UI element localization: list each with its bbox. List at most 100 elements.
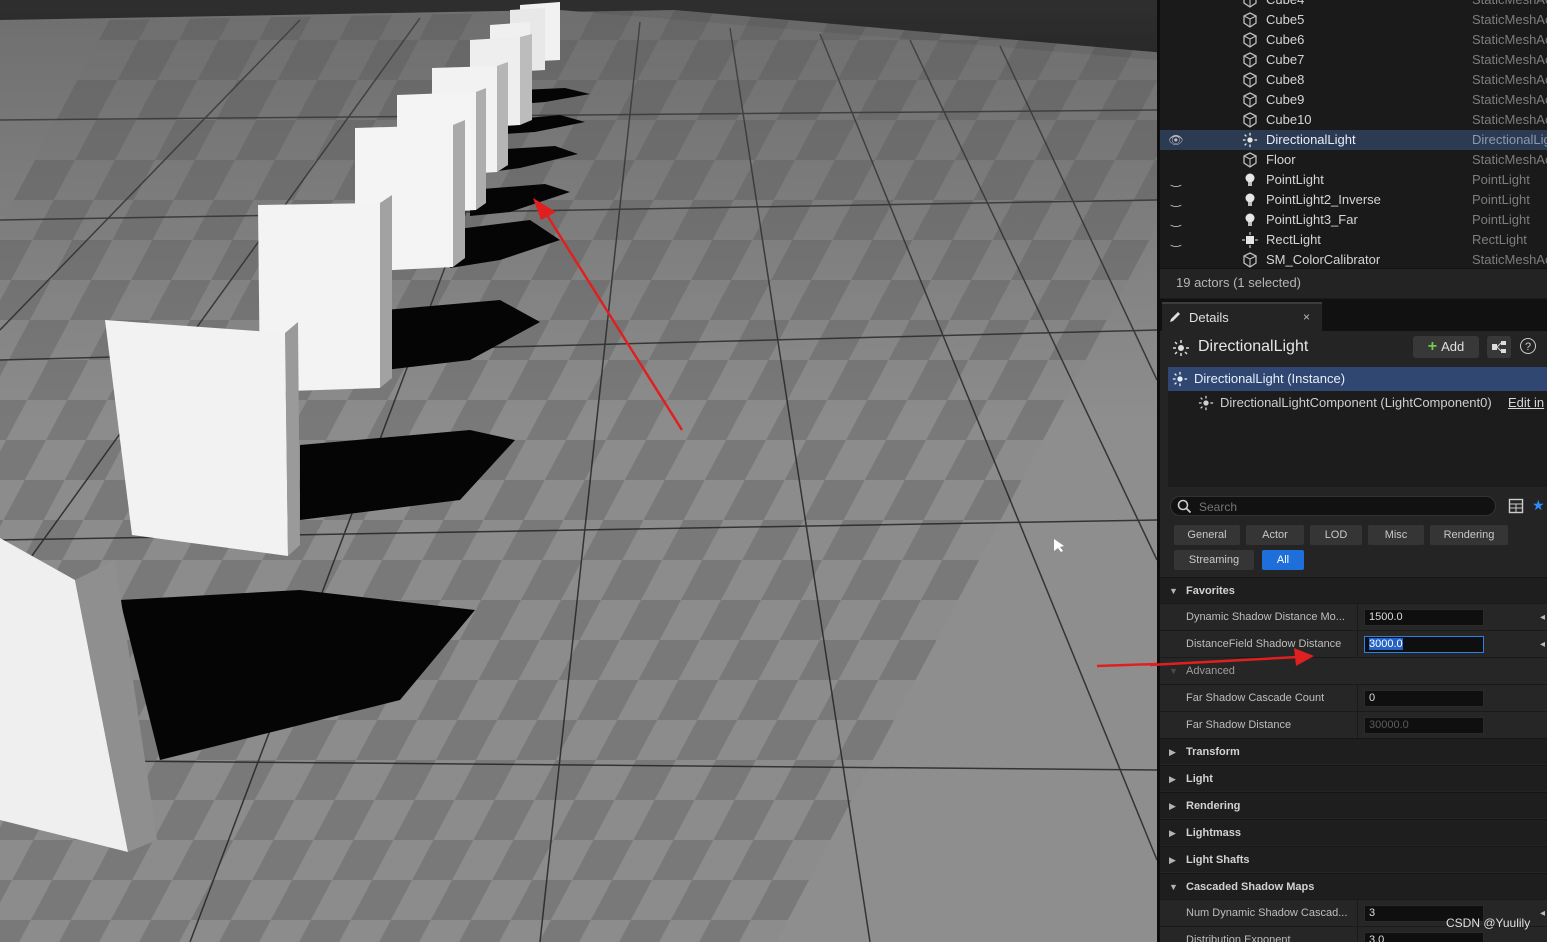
outliner-item-name: RectLight (1266, 232, 1321, 247)
outliner-row[interactable]: Floor StaticMeshAc (1160, 150, 1547, 170)
prop-dynamic-shadow-distance: Dynamic Shadow Distance Mo... 1500.0 ◂ (1160, 603, 1547, 631)
world-outliner: Cube4 StaticMeshAc Cube5 StaticMeshAc Cube6 S… (1160, 0, 1547, 268)
outliner-row[interactable]: Cube7 StaticMeshAc (1160, 50, 1547, 70)
dynamic-shadow-distance-input[interactable]: 1500.0 (1364, 609, 1484, 626)
outliner-row[interactable]: ‿ PointLight3_Far PointLight (1160, 210, 1547, 230)
distancefield-shadow-distance-input[interactable]: 3000.0 (1364, 636, 1484, 653)
filter-lod[interactable]: LOD (1310, 525, 1362, 545)
outliner-item-name: SM_ColorCalibrator (1266, 252, 1381, 267)
component-child-label: DirectionalLightComponent (LightComponen… (1220, 395, 1492, 410)
search-input[interactable] (1197, 498, 1481, 516)
outliner-item-name: Cube7 (1266, 52, 1305, 67)
filter-rendering[interactable]: Rendering (1430, 525, 1508, 545)
section-rendering[interactable]: ▶ Rendering (1160, 792, 1547, 818)
prop-far-shadow-cascade-count: Far Shadow Cascade Count 0 (1160, 684, 1547, 712)
outliner-row[interactable]: Cube4 StaticMeshAc (1160, 0, 1547, 10)
closed-eye-icon[interactable]: ‿ (1166, 230, 1186, 250)
section-transform[interactable]: ▶ Transform (1160, 738, 1547, 764)
prop-label: Num Dynamic Shadow Cascad... (1186, 907, 1348, 919)
static-mesh-icon (1242, 0, 1260, 8)
level-viewport[interactable] (0, 0, 1157, 942)
outliner-item-name: Floor (1266, 152, 1296, 167)
outliner-row[interactable]: Cube5 StaticMeshAc (1160, 10, 1547, 30)
help-icon[interactable]: ? (1520, 338, 1536, 354)
filter-general[interactable]: General (1174, 525, 1240, 545)
filter-all[interactable]: All (1262, 550, 1304, 570)
outliner-row[interactable]: Cube9 StaticMeshAc (1160, 90, 1547, 110)
chevron-right-icon: ▶ (1169, 801, 1176, 811)
blueprint-icon (1492, 341, 1506, 353)
actor-header: DirectionalLight + Add ? (1160, 331, 1547, 365)
outliner-item-type: StaticMeshAc (1472, 32, 1547, 47)
closed-eye-icon[interactable]: ‿ (1166, 190, 1186, 210)
outliner-row[interactable]: ‿ RectLight RectLight (1160, 230, 1547, 250)
component-child-row[interactable]: DirectionalLightComponent (LightComponen… (1168, 391, 1547, 415)
outliner-item-name: Cube10 (1266, 112, 1312, 127)
outliner-item-type: DirectionalLig (1472, 132, 1547, 147)
prop-label: Far Shadow Cascade Count (1186, 692, 1325, 704)
add-button-label: Add (1441, 339, 1465, 354)
outliner-item-type: StaticMeshAc (1472, 252, 1547, 267)
watermark: CSDN @Yuulily (1446, 916, 1531, 930)
component-root-row[interactable]: DirectionalLight (Instance) (1168, 367, 1547, 391)
far-shadow-cascade-count-input[interactable]: 0 (1364, 690, 1484, 707)
reset-arrow-icon[interactable]: ◂ (1540, 631, 1545, 658)
tab-details[interactable]: Details × (1162, 302, 1322, 331)
distribution-exponent-input[interactable]: 3.0 (1364, 932, 1484, 942)
outliner-item-type: StaticMeshAc (1472, 152, 1547, 167)
outliner-row[interactable]: Cube10 StaticMeshAc (1160, 110, 1547, 130)
section-lightmass-label: Lightmass (1186, 827, 1242, 839)
reset-arrow-icon[interactable]: ◂ (1540, 900, 1545, 927)
filter-actor[interactable]: Actor (1246, 525, 1304, 545)
actor-name: DirectionalLight (1198, 338, 1309, 355)
reset-arrow-icon[interactable]: ◂ (1540, 604, 1545, 631)
outliner-item-type: PointLight (1472, 212, 1530, 227)
eye-icon[interactable]: 👁 (1166, 130, 1186, 150)
outliner-item-name: PointLight2_Inverse (1266, 192, 1381, 207)
filter-streaming[interactable]: Streaming (1174, 550, 1254, 570)
plus-icon: + (1427, 338, 1438, 355)
edit-in-link[interactable]: Edit in (1508, 391, 1544, 415)
chevron-right-icon: ▶ (1169, 855, 1176, 865)
section-light-shafts[interactable]: ▶ Light Shafts (1160, 846, 1547, 872)
closed-eye-icon[interactable]: ‿ (1166, 170, 1186, 190)
prop-label: Distribution Exponent (1186, 934, 1291, 942)
section-light[interactable]: ▶ Light (1160, 765, 1547, 791)
outliner-item-name: Cube6 (1266, 32, 1305, 47)
closed-eye-icon[interactable]: ‿ (1166, 210, 1186, 230)
outliner-row[interactable]: ‿ PointLight PointLight (1160, 170, 1547, 190)
directional-light-icon (1172, 371, 1188, 387)
add-component-button[interactable]: + Add (1413, 336, 1479, 358)
outliner-item-type: PointLight (1472, 192, 1530, 207)
outliner-item-type: PointLight (1472, 172, 1530, 187)
section-cascaded-shadow-maps[interactable]: ▼ Cascaded Shadow Maps (1160, 873, 1547, 899)
static-mesh-icon (1242, 12, 1260, 28)
outliner-item-type: StaticMeshAc (1472, 92, 1547, 107)
outliner-row[interactable]: ‿ PointLight2_Inverse PointLight (1160, 190, 1547, 210)
section-light-label: Light (1186, 773, 1213, 785)
section-lightmass[interactable]: ▶ Lightmass (1160, 819, 1547, 845)
outliner-row[interactable]: Cube6 StaticMeshAc (1160, 30, 1547, 50)
blueprint-button[interactable] (1487, 336, 1511, 358)
star-icon[interactable]: ★ (1532, 497, 1545, 514)
directional-light-icon (1173, 340, 1189, 356)
table-view-icon[interactable] (1508, 498, 1524, 514)
static-mesh-icon (1242, 252, 1260, 268)
directional-light-icon (1198, 395, 1214, 411)
outliner-row[interactable]: Cube8 StaticMeshAc (1160, 70, 1547, 90)
outliner-item-name: PointLight3_Far (1266, 212, 1358, 227)
section-favorites-label: Favorites (1186, 585, 1235, 597)
details-search[interactable] (1170, 496, 1496, 516)
filter-misc[interactable]: Misc (1368, 525, 1424, 545)
section-favorites[interactable]: ▼ Favorites (1160, 577, 1547, 603)
tab-details-label: Details (1189, 310, 1229, 325)
selected-text: 3000.0 (1369, 638, 1403, 650)
outliner-row[interactable]: SM_ColorCalibrator StaticMeshAc (1160, 250, 1547, 270)
chevron-right-icon: ▶ (1169, 774, 1176, 784)
outliner-row[interactable]: 👁 DirectionalLight DirectionalLig (1160, 130, 1547, 150)
far-shadow-distance-input[interactable]: 30000.0 (1364, 717, 1484, 734)
directional-light-icon (1242, 132, 1260, 148)
outliner-item-type: StaticMeshAc (1472, 0, 1547, 10)
section-light-shafts-label: Light Shafts (1186, 854, 1250, 866)
close-icon[interactable]: × (1303, 304, 1310, 331)
